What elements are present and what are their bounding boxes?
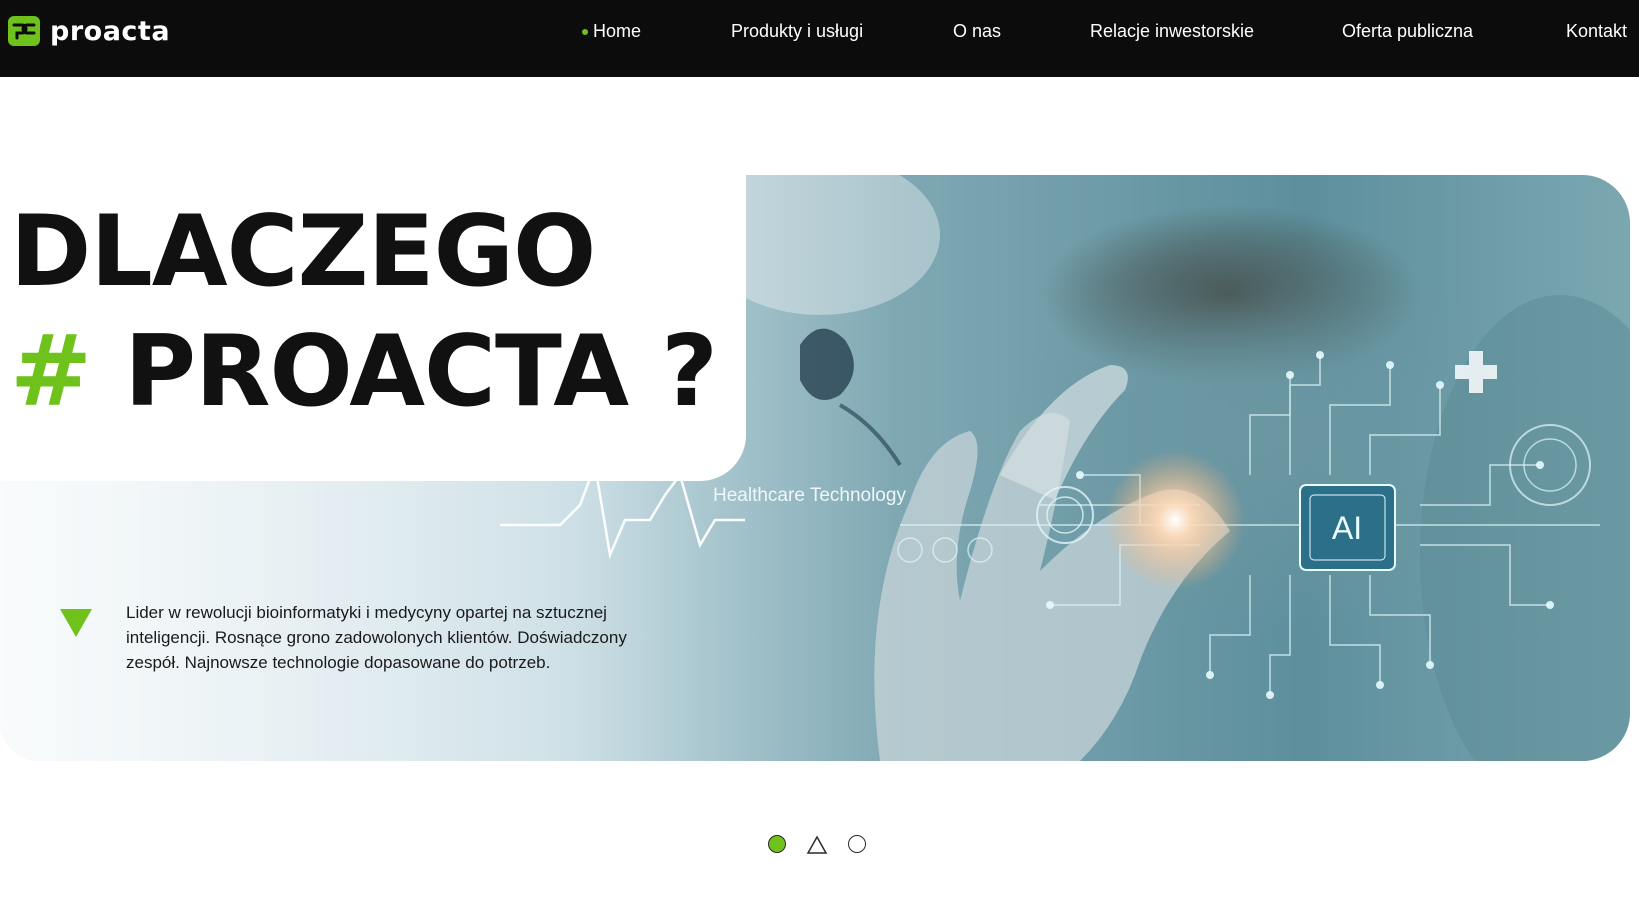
- nav-item-label: O nas: [953, 21, 1002, 41]
- triangle-down-icon: [60, 609, 92, 637]
- hero-title-line1: DLACZEGO: [10, 195, 596, 309]
- hero-description: Lider w rewolucji bioinformatyki i medyc…: [126, 603, 627, 672]
- nav-item-produkty[interactable]: Produkty i usługi: [731, 20, 863, 42]
- active-indicator-icon: [582, 29, 588, 35]
- triangle-up-icon: [806, 835, 828, 854]
- image-caption: Healthcare Technology: [713, 485, 906, 506]
- top-navigation-bar: proacta Home Produkty i usługi O nas Rel…: [0, 0, 1639, 77]
- title-panel: DLACZEGO # PROACTA ?: [0, 175, 746, 481]
- slider-pagination: [768, 835, 868, 855]
- hash-symbol: #: [10, 315, 92, 429]
- nav-item-kontakt[interactable]: Kontakt: [1566, 20, 1627, 42]
- nav-item-label: Kontakt: [1566, 21, 1628, 41]
- nav-item-oferta-publiczna[interactable]: Oferta publiczna: [1342, 20, 1473, 42]
- nav-item-o-nas[interactable]: O nas: [953, 20, 1001, 42]
- slide-dot-3[interactable]: [848, 835, 866, 853]
- nav-item-relacje-inwestorskie[interactable]: Relacje inwestorskie: [1090, 20, 1254, 42]
- slide-triangle-button[interactable]: [806, 835, 828, 855]
- nav-item-label: Home: [593, 21, 642, 41]
- nav-item-label: Relacje inwestorskie: [1090, 21, 1255, 41]
- main-nav: Home Produkty i usługi O nas Relacje inw…: [0, 0, 1639, 77]
- nav-item-home[interactable]: Home: [582, 20, 642, 42]
- slide-dot-1[interactable]: [768, 835, 786, 853]
- chip-label: AI: [1332, 510, 1362, 546]
- nav-item-label: Oferta publiczna: [1342, 21, 1474, 41]
- nav-item-label: Produkty i usługi: [731, 21, 864, 41]
- hero-title-line2: PROACTA ?: [124, 315, 718, 429]
- hero-banner: AI Healthcare Technology DLACZEGO # PROA…: [0, 175, 1630, 761]
- hero-title: DLACZEGO # PROACTA ?: [10, 192, 718, 432]
